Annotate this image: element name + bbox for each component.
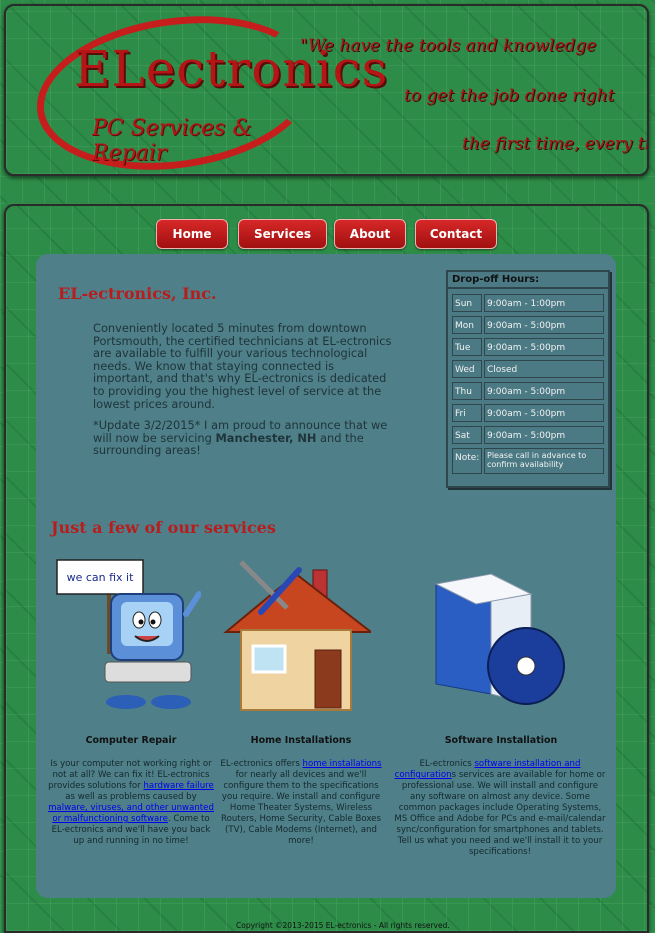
hours-row: Tue 9:00am - 5:00pm	[452, 338, 604, 356]
content-area: EL-ectronics, Inc. Conveniently located …	[36, 254, 616, 898]
hours-day: Tue	[452, 338, 482, 356]
hours-row: Wed Closed	[452, 360, 604, 378]
computer-repair-image: we can fix it	[56, 559, 201, 709]
hours-day: Wed	[452, 360, 482, 378]
hours-row: Thu 9:00am - 5:00pm	[452, 382, 604, 400]
hours-title: Drop-off Hours:	[448, 272, 608, 289]
service-desc-home-installations: EL-ectronics offers home installations f…	[216, 759, 386, 847]
intro-text: Conveniently located 5 minutes from down…	[93, 322, 393, 466]
hours-time: 9:00am - 5:00pm	[484, 426, 604, 444]
hours-row: Sun 9:00am - 1:00pm	[452, 294, 604, 312]
drop-off-hours-table: Drop-off Hours: Sun 9:00am - 1:00pm Mon 9:…	[446, 270, 610, 488]
roof	[223, 572, 371, 633]
desc-text: EL-ectronics	[419, 759, 475, 769]
logo-subtitle: PC Services & Repair	[92, 116, 252, 166]
service-title-software-installation: Software Installation	[444, 735, 558, 746]
left-pupil	[138, 619, 144, 625]
hours-row: Fri 9:00am - 5:00pm	[452, 404, 604, 422]
right-pupil	[150, 619, 156, 625]
desc-text: s services are available for home or pro…	[394, 770, 606, 857]
window	[251, 644, 287, 674]
desc-text: for nearly all devices and we'll configu…	[221, 770, 381, 846]
desc-text: EL-ectronics offers	[220, 759, 303, 769]
keyboard	[104, 661, 192, 683]
hours-day: Fri	[452, 404, 482, 422]
hours-day: Mon	[452, 316, 482, 334]
tagline-line-2: to get the job done right	[404, 86, 615, 106]
right-foot	[151, 695, 191, 709]
footer-copyright: Copyright ©2013-2015 EL-ectronics - All …	[236, 921, 450, 930]
door	[314, 649, 342, 709]
update-paragraph: *Update 3/2/2015* I am proud to announce…	[93, 419, 393, 457]
nav-about[interactable]: About	[334, 219, 406, 249]
nav-services[interactable]: Services	[238, 219, 327, 249]
site-logo[interactable]: ELectronics PC Services & Repair	[26, 6, 387, 174]
site-header: ELectronics PC Services & Repair "We hav…	[4, 4, 649, 176]
hours-time: Closed	[484, 360, 604, 378]
hours-time: 9:00am - 1:00pm	[484, 294, 604, 312]
hardware-failure-link[interactable]: hardware failure	[143, 781, 213, 791]
tagline-line-1: "We have the tools and knowledge	[300, 36, 597, 56]
hours-time: 9:00am - 5:00pm	[484, 338, 604, 356]
desc-text: as well as problems caused by	[65, 792, 197, 802]
disc-hole	[516, 656, 536, 676]
hours-day: Sun	[452, 294, 482, 312]
software-installation-image	[434, 573, 565, 705]
nav-home[interactable]: Home	[156, 219, 228, 249]
services-heading: Just a few of our services	[51, 518, 276, 537]
hours-day: Thu	[452, 382, 482, 400]
hours-time: 9:00am - 5:00pm	[484, 316, 604, 334]
left-foot	[106, 695, 146, 709]
hours-time: 9:00am - 5:00pm	[484, 404, 604, 422]
left-eye	[132, 611, 146, 629]
hours-note-text: Please call in advance to confirm availa…	[484, 448, 604, 474]
service-desc-computer-repair: Is your computer not working right or no…	[46, 759, 216, 847]
nav-contact[interactable]: Contact	[415, 219, 497, 249]
hours-day: Sat	[452, 426, 482, 444]
hours-note-row: Note: Please call in advance to confirm a…	[452, 448, 604, 474]
waving-arm	[183, 591, 201, 617]
home-installations-image	[223, 560, 371, 711]
main-panel: Home Services About Contact EL-ectronics…	[4, 204, 649, 933]
sign-text: we can fix it	[67, 571, 135, 584]
hours-row: Mon 9:00am - 5:00pm	[452, 316, 604, 334]
service-title-home-installations: Home Installations	[250, 735, 352, 746]
right-eye	[148, 611, 162, 629]
tagline-line-3: the first time, every time."	[462, 134, 647, 154]
hours-note-label: Note:	[452, 448, 482, 474]
hours-time: 9:00am - 5:00pm	[484, 382, 604, 400]
company-heading: EL-ectronics, Inc.	[58, 284, 217, 303]
hours-row: Sat 9:00am - 5:00pm	[452, 426, 604, 444]
service-title-computer-repair: Computer Repair	[85, 735, 177, 746]
service-desc-software-installation: EL-ectronics software installation and c…	[393, 759, 607, 858]
home-installations-link[interactable]: home installations	[303, 759, 382, 769]
intro-paragraph: Conveniently located 5 minutes from down…	[93, 321, 392, 411]
update-location: Manchester, NH	[215, 430, 317, 445]
